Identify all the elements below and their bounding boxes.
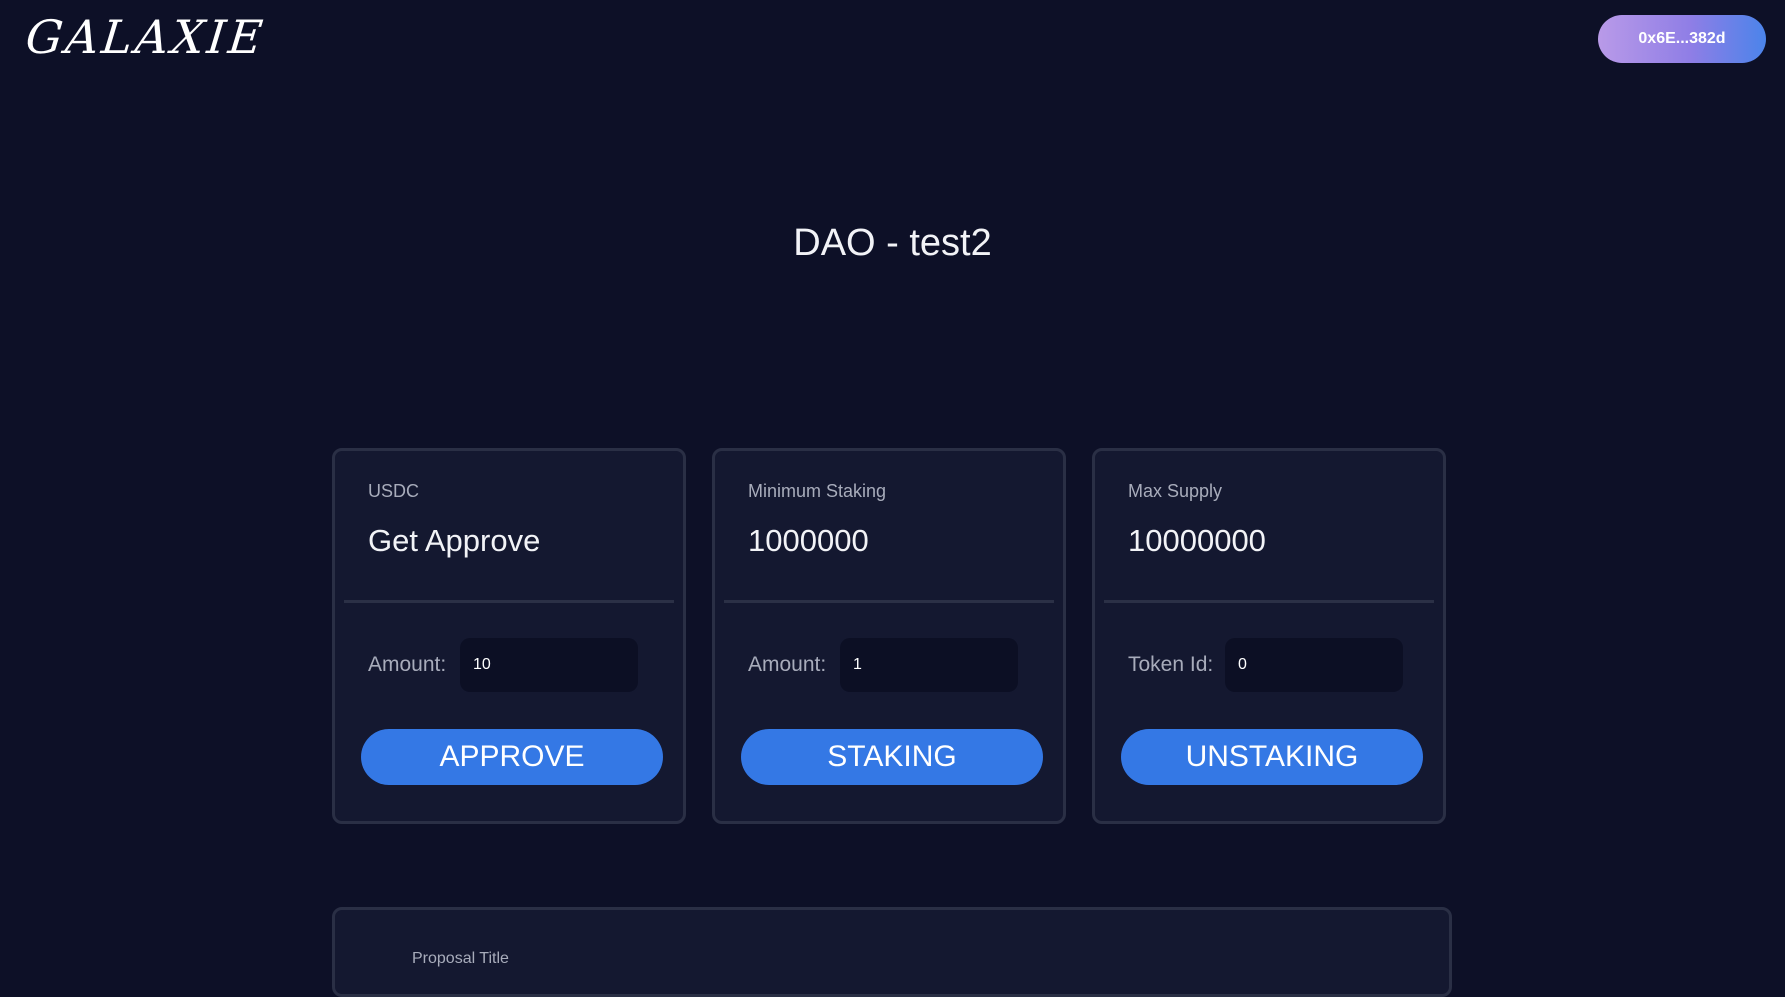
wallet-address-button[interactable]: 0x6E...382d [1598, 15, 1766, 63]
divider [1104, 600, 1434, 603]
staking-card: Minimum Staking 1000000 Amount: STAKING [712, 448, 1066, 824]
amount-label: Amount: [368, 653, 447, 676]
amount-label: Amount: [748, 653, 827, 676]
card-value: Get Approve [368, 523, 541, 558]
proposal-title-label: Proposal Title [412, 950, 509, 967]
card-label: Max Supply [1128, 481, 1223, 501]
card-value: 10000000 [1128, 523, 1266, 558]
divider [344, 600, 674, 603]
unstaking-button[interactable]: UNSTAKING [1121, 729, 1423, 785]
card-label: Minimum Staking [748, 481, 887, 501]
page-title: DAO - test2 [793, 222, 992, 264]
approve-button[interactable]: APPROVE [361, 729, 663, 785]
card-label: USDC [368, 481, 420, 501]
logo[interactable]: GALAXIE [23, 10, 268, 64]
card-value: 1000000 [748, 523, 869, 558]
approve-amount-input[interactable] [460, 638, 638, 692]
token-id-input[interactable] [1225, 638, 1403, 692]
divider [724, 600, 1054, 603]
token-id-label: Token Id: [1128, 653, 1214, 676]
approve-card: USDC Get Approve Amount: APPROVE [332, 448, 686, 824]
staking-button[interactable]: STAKING [741, 729, 1043, 785]
staking-amount-input[interactable] [840, 638, 1018, 692]
unstaking-card: Max Supply 10000000 Token Id: UNSTAKING [1092, 448, 1446, 824]
proposal-card: Proposal Title [332, 907, 1452, 997]
